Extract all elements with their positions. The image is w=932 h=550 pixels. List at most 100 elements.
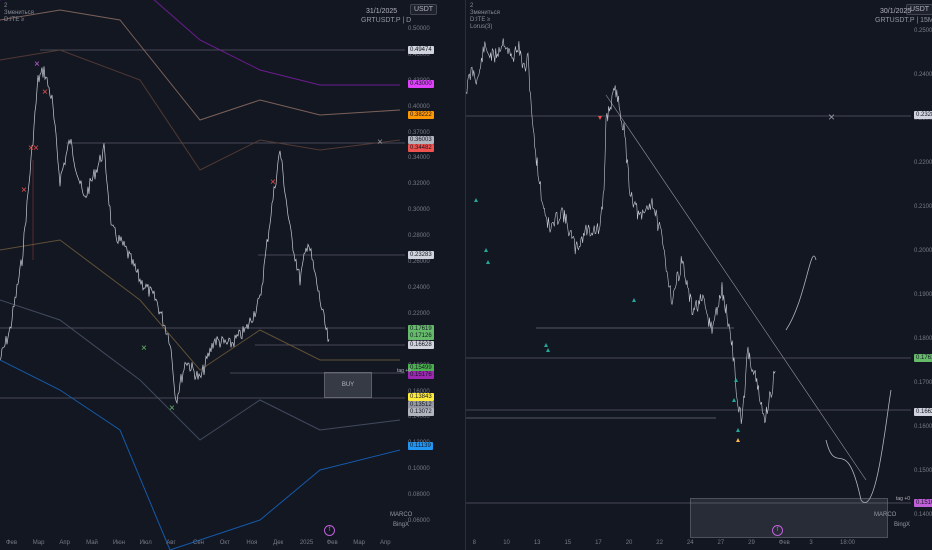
axis-tick-label: 0.37000: [408, 129, 430, 136]
intraday-price-line: [466, 38, 776, 424]
buy-signal-icon: [544, 343, 548, 347]
axis-tick-label: 0.06000: [408, 518, 430, 524]
cross-marker-icon: ×: [141, 343, 147, 354]
time-tick-label: 29: [748, 540, 755, 546]
time-tick-label: Окт: [219, 540, 230, 546]
projection-path: [785, 255, 892, 503]
time-tick-label: Ноя: [246, 540, 258, 546]
cross-marker-icon: ×: [21, 185, 27, 196]
cross-marker-icon: ×: [270, 177, 276, 188]
left-date: 31/1/2025: [366, 8, 398, 15]
cross-marker-icon: ×: [33, 143, 39, 154]
left-logo-icon: f: [324, 525, 335, 536]
left-brand-bingx: BingX: [393, 522, 410, 528]
price-tag: 0.36003: [408, 136, 434, 144]
cross-marker-icon: ×: [169, 403, 175, 414]
right-brand-bingx: BingX: [894, 522, 911, 528]
cross-marker-icon: ×: [377, 137, 383, 148]
axis-tick-label: 0.25000: [914, 28, 932, 34]
axis-tick-label: 0.10000: [408, 466, 430, 473]
time-tick-label: Фев: [778, 540, 790, 546]
left-chart-pane[interactable]: × × × × × × × × × USDT 31/1/2025 GRTUSDT.P | D 2…: [0, 0, 466, 550]
time-tick-label: Мар: [353, 540, 366, 546]
right-brand-marco: MARCO: [874, 512, 897, 518]
time-tick-label: 24: [686, 540, 694, 546]
time-tick-label: Май: [86, 540, 98, 546]
buy-signal-icon: [484, 248, 488, 252]
time-tick-label: Апр: [59, 540, 71, 546]
axis-tick-label: 0.22000: [914, 160, 932, 166]
signal-icon: [736, 438, 740, 442]
cross-marker-icon: ×: [42, 87, 48, 98]
left-indicator-1: 2: [4, 3, 8, 9]
axis-tick-label: 0.28000: [408, 233, 430, 240]
price-tag: 0.17619: [914, 354, 932, 362]
price-tag: 0.34482: [408, 144, 434, 152]
time-tick-label: Сен: [193, 540, 204, 546]
price-tag: 0.15176: [408, 371, 434, 379]
right-logo-icon: f: [772, 525, 783, 536]
left-currency-badge[interactable]: USDT: [410, 4, 438, 15]
axis-tick-label: 0.18000: [914, 336, 932, 342]
buy-label: BUY: [341, 382, 355, 388]
axis-tick-label: 0.22000: [408, 310, 430, 317]
cross-marker-icon: ×: [828, 110, 835, 124]
price-tag: 0.11139: [408, 442, 433, 450]
left-chart-canvas[interactable]: ×× ×××××××: [0, 0, 466, 550]
price-tag: 0.17126: [408, 332, 434, 340]
time-tick-label: 3: [809, 540, 813, 546]
axis-tick-label: 0.17000: [914, 380, 932, 386]
price-tag: 0.49474: [408, 46, 434, 54]
right-tag-note: tag +0: [896, 496, 911, 502]
price-tag: 0.13843: [408, 393, 434, 401]
band-line: [0, 49, 401, 171]
left-tag-note: tag +0: [397, 368, 412, 374]
right-chart-canvas[interactable]: ×: [466, 0, 932, 550]
right-chart-pane[interactable]: × USDT 30/1/2025 GRTUSDT.P | 15M 2 Змени…: [466, 0, 932, 550]
time-tick-label: Авг: [166, 540, 176, 546]
time-tick-label: Фев: [6, 540, 18, 546]
right-indicator-1: 2: [470, 3, 474, 9]
buy-signal-icon: [734, 378, 738, 382]
buy-signal-icon: [486, 260, 490, 264]
buy-zone-box[interactable]: BUY: [324, 372, 372, 398]
time-tick-label: Апр: [380, 540, 391, 546]
price-tag: 0.43000: [408, 80, 434, 88]
axis-tick-label: 0.20000: [914, 248, 932, 254]
axis-tick-label: 0.14000: [914, 512, 932, 518]
time-tick-label: Июл: [139, 540, 152, 546]
time-tick-label: 18:00: [840, 540, 856, 546]
right-indicator-4: Lorus(3): [470, 24, 493, 30]
axis-tick-label: 0.50000: [408, 26, 430, 32]
price-tag: 0.16628: [408, 341, 434, 349]
axis-tick-label: 0.34000: [408, 155, 430, 162]
right-date: 30/1/2025: [880, 8, 912, 15]
buy-signal-icon: [474, 198, 478, 202]
price-tag: 0.13072: [408, 408, 434, 416]
price-tag: 0.16628: [914, 408, 932, 416]
buy-signal-icon: [732, 398, 736, 402]
axis-tick-label: 0.08000: [408, 492, 430, 499]
buy-signal-icon: [546, 348, 550, 352]
time-tick-label: Мар: [32, 540, 45, 546]
price-tag: 0.23283: [408, 251, 434, 259]
axis-tick-label: 0.24000: [408, 284, 430, 291]
axis-tick-label: 0.40000: [408, 103, 430, 110]
right-indicator-2: Змениться: [470, 10, 500, 16]
left-brand-marco: MARCO: [390, 512, 413, 518]
time-tick-label: 27: [717, 540, 725, 546]
band-line: [0, 0, 400, 86]
time-tick-label: Фев: [326, 540, 338, 546]
axis-tick-label: 0.24000: [914, 72, 932, 78]
left-indicator-2: Змениться: [4, 10, 34, 16]
time-tick-label: 15: [564, 540, 572, 546]
left-indicator-3: D:ITE ≥: [4, 17, 25, 23]
axis-tick-label: 0.32000: [408, 181, 430, 188]
price-tag: 0.15108: [914, 499, 932, 507]
right-symbol: GRTUSDT.P | 15M: [875, 17, 932, 24]
time-tick-label: 10: [503, 540, 510, 546]
cross-marker-icon: ×: [34, 59, 40, 70]
right-zone-box[interactable]: [690, 498, 888, 538]
price-tag: 0.23283: [914, 111, 932, 119]
time-tick-label: 2025: [299, 540, 314, 546]
